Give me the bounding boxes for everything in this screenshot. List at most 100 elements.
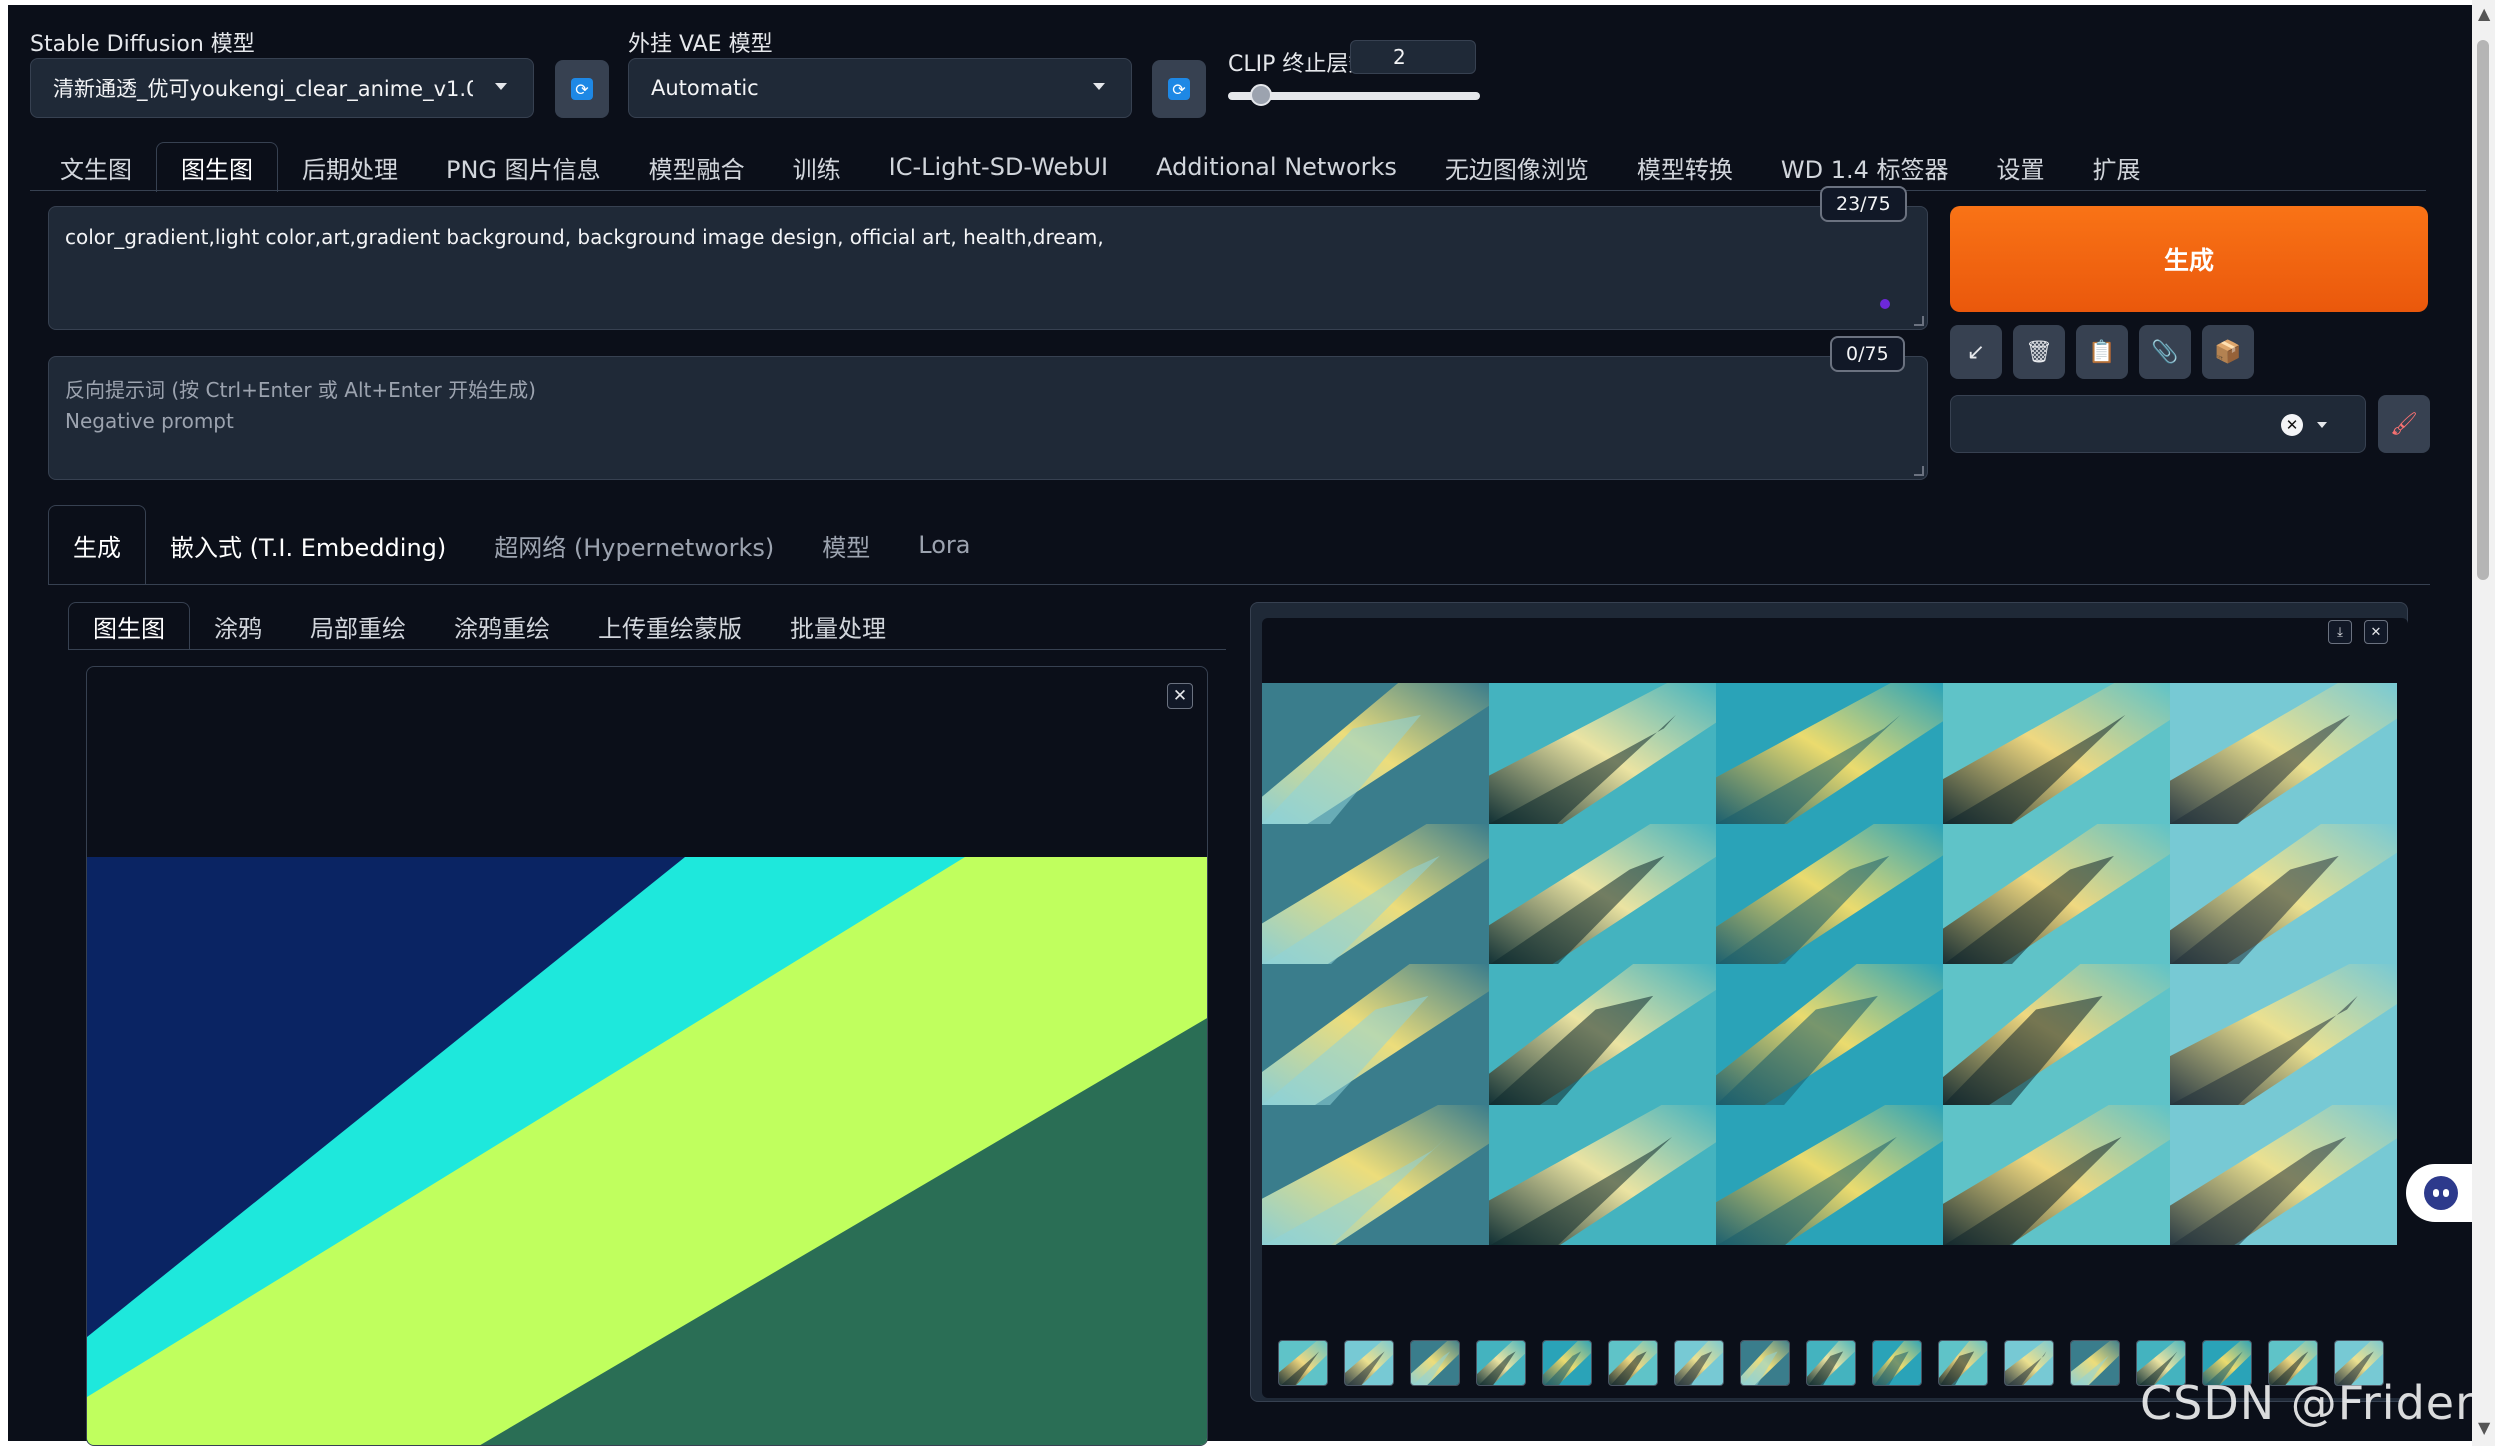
output-image[interactable] [1716,1104,1943,1245]
clip-skip-input[interactable]: 2 [1350,40,1476,74]
tab-wd-tagger[interactable]: WD 1.4 标签器 [1757,142,1973,192]
clear-prompt-button[interactable]: 🗑 [2013,325,2065,379]
output-thumbnail[interactable] [1344,1340,1394,1386]
output-image[interactable] [2170,823,2397,964]
clip-skip-slider-handle[interactable] [1250,84,1272,106]
save-style-button[interactable]: 📦 [2202,325,2254,379]
negative-token-counter: 0/75 [1830,336,1905,372]
output-thumbnail[interactable] [2004,1340,2054,1386]
tab-generate[interactable]: 生成 [48,505,146,585]
output-image[interactable] [1262,964,1489,1105]
tab-hypernetworks[interactable]: 超网络 (Hypernetworks) [470,505,798,585]
divider [48,584,2430,585]
tab-train[interactable]: 训练 [769,142,865,192]
sd-model-dropdown[interactable]: 清新通透_优可youkengi_clear_anime_v1.0.saf [30,58,534,118]
tab-batch[interactable]: 批量处理 [766,602,910,650]
chevron-down-icon [495,83,507,90]
output-thumbnail[interactable] [1410,1340,1460,1386]
prompt-token-counter: 23/75 [1820,186,1907,222]
edit-style-button[interactable]: 🖌 [2378,395,2430,453]
tab-infinite-browser[interactable]: 无边图像浏览 [1421,142,1613,192]
output-image[interactable] [1943,964,2170,1105]
tab-inpaint-upload[interactable]: 上传重绘蒙版 [574,602,766,650]
tab-lora[interactable]: Lora [894,505,994,585]
output-image[interactable] [1716,823,1943,964]
output-thumbnail[interactable] [1278,1340,1328,1386]
output-thumbnail[interactable] [1476,1340,1526,1386]
tab-png-info[interactable]: PNG 图片信息 [422,142,625,192]
output-thumbnail[interactable] [1872,1340,1922,1386]
refresh-icon: ⟳ [1168,78,1190,100]
tab-merge[interactable]: 模型融合 [625,142,769,192]
tab-sketch[interactable]: 涂鸦 [190,602,286,650]
resize-handle[interactable] [1914,316,1924,326]
chevron-down-icon [2317,422,2327,428]
output-image[interactable] [1489,683,1716,824]
prompt-textarea[interactable]: color_gradient,light color,art,gradient … [48,206,1928,330]
resize-handle[interactable] [1914,466,1924,476]
scroll-down-icon[interactable]: ▼ [2478,1420,2490,1436]
output-thumbnail[interactable] [2070,1340,2120,1386]
tab-img2img[interactable]: 图生图 [156,142,278,192]
generate-button[interactable]: 生成 [1950,206,2428,312]
tab-inpaint[interactable]: 局部重绘 [286,602,430,650]
clipboard-icon: 📋 [2088,339,2116,365]
download-icon[interactable]: ⤓ [2328,620,2352,644]
tab-img2img-inner[interactable]: 图生图 [68,602,190,650]
tab-extras[interactable]: 后期处理 [278,142,422,192]
close-icon[interactable]: ✕ [2364,620,2388,644]
output-image-grid[interactable] [1262,683,2397,1245]
input-image [87,857,1207,1445]
output-image[interactable] [1489,964,1716,1105]
output-thumbnail[interactable] [1542,1340,1592,1386]
output-image[interactable] [1489,823,1716,964]
output-image[interactable] [2170,964,2397,1105]
extra-networks-button[interactable]: 📎 [2139,325,2191,379]
output-image[interactable] [2170,1104,2397,1245]
output-thumbnail[interactable] [1740,1340,1790,1386]
sd-model-label: Stable Diffusion 模型 [30,32,255,57]
output-image[interactable] [1489,1104,1716,1245]
brush-icon: 🖌 [2390,411,2418,437]
tab-checkpoints[interactable]: 模型 [798,505,894,585]
output-thumbnail[interactable] [1674,1340,1724,1386]
output-image[interactable] [1262,823,1489,964]
clear-icon[interactable]: ✕ [2281,414,2303,436]
tab-additional-networks[interactable]: Additional Networks [1132,142,1421,192]
output-image[interactable] [1262,1104,1489,1245]
sd-model-value: 清新通透_优可youkengi_clear_anime_v1.0.saf [53,77,473,101]
output-image[interactable] [1262,683,1489,824]
output-image[interactable] [1716,683,1943,824]
page-scrollbar[interactable]: ▲ ▼ [2472,0,2495,1446]
negative-prompt-placeholder-en: Negative prompt [65,409,234,433]
read-params-button[interactable]: ↙ [1950,325,2002,379]
output-image[interactable] [2170,683,2397,824]
tab-extensions[interactable]: 扩展 [2069,142,2165,192]
refresh-model-button[interactable]: ⟳ [555,60,609,118]
assistant-float-button[interactable] [2406,1164,2476,1222]
scrollbar-thumb[interactable] [2477,40,2489,580]
output-thumbnail[interactable] [1938,1340,1988,1386]
tab-txt2img[interactable]: 文生图 [36,142,156,192]
tab-inpaint-sketch[interactable]: 涂鸦重绘 [430,602,574,650]
negative-prompt-textarea[interactable]: 反向提示词 (按 Ctrl+Enter 或 Alt+Enter 开始生成) Ne… [48,356,1928,480]
output-thumbnail[interactable] [1608,1340,1658,1386]
output-image[interactable] [1716,964,1943,1105]
output-image[interactable] [1943,823,2170,964]
watermark: CSDN @Fridemn [2140,1376,2495,1430]
scroll-up-icon[interactable]: ▲ [2478,6,2490,22]
output-thumbnail[interactable] [1806,1340,1856,1386]
output-image[interactable] [1943,1104,2170,1245]
close-icon[interactable]: ✕ [1167,683,1193,709]
output-image[interactable] [1943,683,2170,824]
tab-model-convert[interactable]: 模型转换 [1613,142,1757,192]
paperclip-icon: 📎 [2151,339,2179,365]
input-image-panel[interactable]: ✕ [86,666,1208,1446]
apply-style-button[interactable]: 📋 [2076,325,2128,379]
styles-dropdown[interactable]: ✕ [1950,395,2366,453]
tab-ic-light[interactable]: IC-Light-SD-WebUI [865,142,1132,192]
tab-settings[interactable]: 设置 [1973,142,2069,192]
tab-embedding[interactable]: 嵌入式 (T.I. Embedding) [146,505,470,585]
refresh-vae-button[interactable]: ⟳ [1152,60,1206,118]
vae-dropdown[interactable]: Automatic [628,58,1132,118]
